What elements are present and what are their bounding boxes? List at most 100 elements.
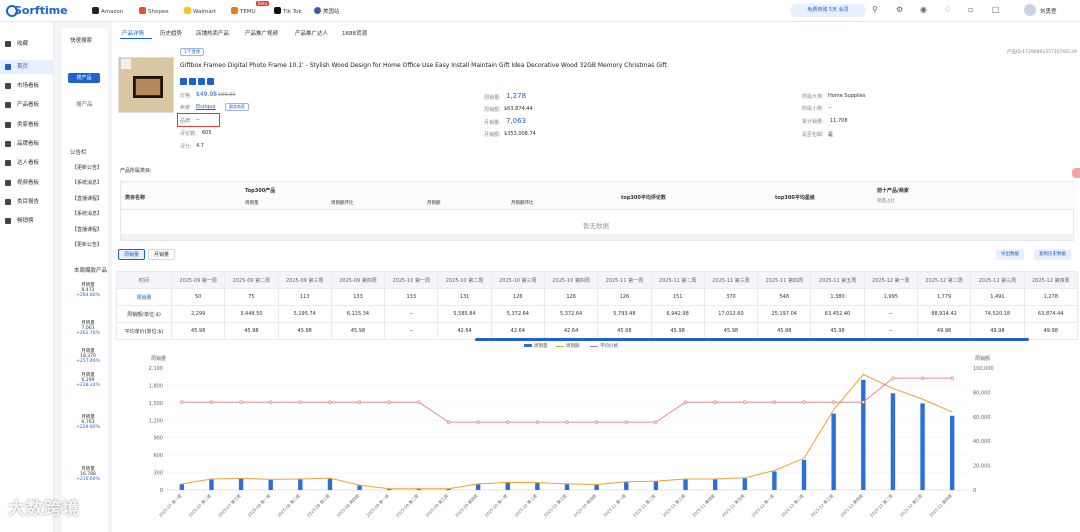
tab-history[interactable]: 历史趋势 [160, 29, 182, 37]
col-avg-rating[interactable]: top300平均星级 [775, 194, 815, 201]
site-temu[interactable]: TEMU [231, 7, 256, 15]
price-cell: 45.98 [597, 322, 652, 340]
site-walmart[interactable]: Walmart [184, 7, 216, 15]
notice-item[interactable]: 【系统消息】 [72, 210, 106, 217]
bell-icon[interactable]: ♢ [944, 6, 952, 14]
tab-1688[interactable]: 1688货源 [342, 29, 367, 37]
copy-icon[interactable] [189, 78, 196, 85]
export-button[interactable]: 导出数据 [996, 249, 1024, 260]
site-tiktok[interactable]: Tik Tok [274, 7, 302, 15]
bar [564, 484, 570, 490]
x-tick-label: 2025-09 第二周 [394, 492, 419, 517]
variant-pill[interactable]: 1个变体 [180, 48, 205, 56]
bar [209, 479, 214, 490]
hot-product[interactable]: 月销量 18,370 +257.46% [70, 348, 106, 364]
sidebar-item-influencer[interactable]: 达人看板 [0, 156, 54, 170]
price-point [772, 400, 777, 404]
price-cell: 42.64 [543, 322, 599, 340]
sub-weekly-amount-ratio[interactable]: 周销额环比 [331, 200, 354, 206]
sub-monthly-amount-ratio[interactable]: 月销额环比 [511, 200, 534, 206]
price-cell: 49.98 [916, 322, 972, 340]
sidebar-item-seller[interactable]: 类家看板 [0, 118, 54, 132]
sidebar-item-video[interactable]: 视频看板 [0, 176, 54, 190]
float-button[interactable] [1072, 168, 1080, 178]
sales-cell: 126 [597, 288, 652, 306]
hot-product[interactable]: 月销量 6,763 +229.80% [70, 414, 106, 430]
tab-promo-video[interactable]: 产品推广视频 [245, 29, 278, 37]
col-header: 2025-09 第一周 [170, 271, 226, 289]
notice-item[interactable]: 【更新公告】 [72, 241, 106, 248]
price-point [832, 400, 836, 404]
row-header: 周销额(单位:$) [116, 305, 172, 323]
logo[interactable]: Sorftime [14, 4, 68, 17]
product-title[interactable]: Giftbox Frameo Digital Photo Frame 10.1'… [180, 62, 667, 69]
hot-product[interactable]: 月销量 8,472 +264.80% [70, 282, 106, 298]
price-label: 价格: [180, 93, 192, 99]
tab-monthly-sales[interactable]: 月销量 [148, 249, 176, 260]
site-amazon[interactable]: Amazon [92, 7, 123, 15]
table-scrollbar[interactable] [475, 338, 1029, 341]
price-point [950, 376, 954, 380]
help-icon[interactable]: □ [992, 6, 1000, 14]
y-tick-label: 300 [153, 471, 163, 477]
temu-icon [231, 7, 238, 14]
legend-item[interactable]: 周销额 [556, 343, 580, 349]
col-avg-reviews[interactable]: top300平均评论数 [621, 194, 666, 201]
notice-item[interactable]: 【系统消息】 [72, 179, 106, 186]
col-header: 2025-11 第二周 [650, 271, 705, 289]
x-tick-label: 2025-12 第二周 [868, 492, 893, 517]
sidebar-item-product[interactable]: 产品看板 [0, 98, 54, 112]
tab-promo-influencer[interactable]: 产品推广达人 [295, 29, 328, 37]
sidebar-item-home[interactable]: 首页 [0, 60, 54, 74]
notice-item[interactable]: 【直播课程】 [72, 195, 106, 202]
tab-weekly-sales[interactable]: 周销量 [118, 249, 146, 260]
user-name[interactable]: 刘勇登 [1040, 7, 1057, 15]
sub-monthly-amount[interactable]: 月销额 [427, 200, 441, 206]
copy-history-button[interactable]: 复制历史数据 [1034, 249, 1071, 260]
chart-icon[interactable] [198, 78, 205, 85]
legend-swatch [556, 346, 564, 347]
row-header: 时间 [116, 271, 172, 289]
amount-cell: 5,585.84 [437, 305, 492, 323]
site-us[interactable]: 美国站 [314, 7, 340, 15]
link-icon[interactable] [180, 78, 187, 85]
tab-shop-hot[interactable]: 店铺热卖产品 [196, 29, 229, 37]
hot-product[interactable]: 月销量 16,788 +210.60% [70, 466, 106, 482]
legend-item[interactable]: 周销量 [524, 343, 548, 349]
sidebar-item-favorites[interactable]: 收藏 [0, 37, 54, 51]
weekly-amount: $63,874.44 [504, 106, 533, 112]
sub-category-value: -- [828, 105, 832, 111]
influencer-icon [5, 160, 11, 166]
category-value[interactable]: Home Supplies [828, 93, 866, 99]
x-tick-label: 2025-10 第三周 [542, 492, 567, 517]
share-icon[interactable] [207, 78, 214, 85]
sidebar-item-report[interactable]: 类目报告 [0, 195, 54, 209]
sidebar-item-brand[interactable]: 品牌看板 [0, 137, 54, 151]
search-product-label[interactable]: 搜产品 [76, 100, 93, 108]
site-shopee[interactable]: Shopee [139, 7, 169, 15]
col-top10: 前十产品/商家 [877, 188, 909, 194]
horizontal-scrollbar[interactable] [121, 234, 1075, 240]
sub-weekly-sales[interactable]: 周销量 [245, 200, 259, 206]
search-icon[interactable]: ⚲ [872, 6, 880, 14]
notice-item[interactable]: 【更新公告】 [72, 164, 106, 171]
settings-icon[interactable]: ◉ [920, 6, 928, 14]
legend-item[interactable]: 平均价格 [590, 343, 618, 349]
message-icon[interactable]: ▫ [968, 6, 976, 14]
sidebar-item-bestseller[interactable]: 畅销榜 [0, 214, 54, 228]
gear-icon[interactable]: ⚙ [896, 6, 904, 14]
notice-item[interactable]: 【直播课程】 [72, 226, 106, 233]
x-tick-label: 2025-07 第三周 [216, 492, 241, 517]
tab-product-detail[interactable]: 产品详情 [122, 29, 144, 37]
bar [920, 403, 925, 490]
sidebar-item-market[interactable]: 市场看板 [0, 79, 54, 93]
product-thumbnail[interactable] [120, 58, 132, 70]
avatar[interactable] [1024, 4, 1036, 16]
hot-product[interactable]: 月销量 7,063 +262.76% [70, 320, 106, 336]
vip-button[interactable]: 免费商城 5天 会员 [790, 4, 866, 17]
hot-product[interactable]: 月销量 6,299 +228.24% [70, 372, 106, 388]
original-price: $99.90 [218, 92, 236, 98]
price-cell: -- [384, 322, 439, 340]
seller-name[interactable]: Ekzique [196, 104, 216, 110]
quick-search-button[interactable]: 搜产品 [68, 73, 100, 83]
